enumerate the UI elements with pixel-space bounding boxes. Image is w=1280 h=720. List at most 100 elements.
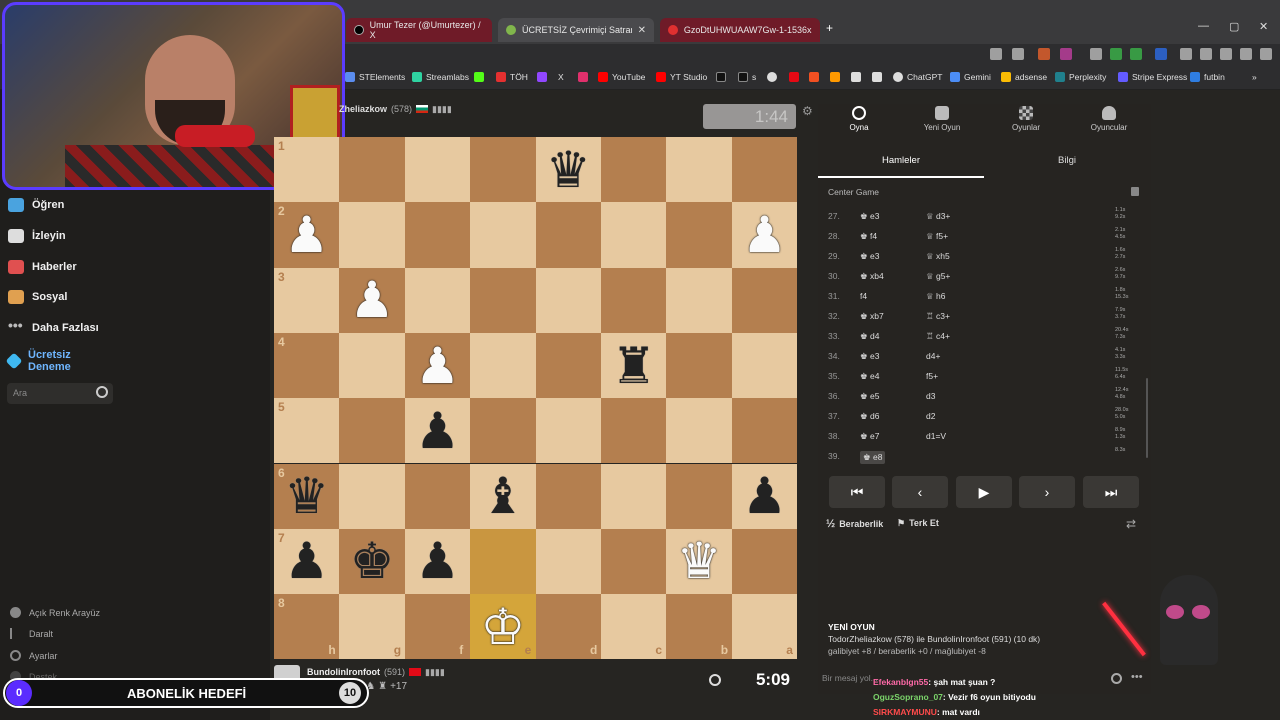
board-square[interactable] — [339, 202, 405, 268]
bookmark[interactable] — [716, 72, 726, 82]
bookmark[interactable]: YouTube — [598, 72, 645, 82]
bottom-player-info[interactable]: BundolinIronfoot (591) ▮▮▮▮ — [307, 667, 445, 678]
white-move[interactable]: ♚ e3 — [860, 211, 879, 222]
tab-chess[interactable]: ÜCRETSİZ Çevrimiçi Satranç Oyn... ✕ — [498, 18, 654, 42]
bookmark[interactable]: STElements — [345, 72, 405, 82]
resign-button[interactable]: ⚑ Terk Et — [897, 518, 939, 529]
board-square[interactable] — [339, 398, 405, 464]
chat-input[interactable]: Bir mesaj yol... — [822, 673, 878, 683]
bookmark[interactable]: K — [474, 72, 484, 82]
board-square[interactable] — [470, 332, 536, 399]
black-move[interactable]: ♖ c3+ — [926, 311, 950, 322]
extension-icon[interactable] — [1130, 48, 1142, 60]
board-square[interactable] — [470, 137, 536, 203]
sidebar-item-more[interactable]: ••• Daha Fazlası — [8, 318, 99, 335]
board-square[interactable] — [470, 202, 536, 268]
white-move[interactable]: ♚ e3 — [860, 351, 879, 362]
play-button[interactable]: ▶ — [956, 476, 1012, 508]
board-square[interactable] — [535, 528, 601, 595]
black-move[interactable]: ♕ f5+ — [926, 231, 948, 242]
black-move[interactable]: d3 — [926, 391, 935, 401]
board-square[interactable] — [731, 137, 798, 203]
chess-piece[interactable]: ♔ — [470, 594, 535, 659]
minimize-button[interactable]: — — [1198, 20, 1209, 32]
bookmark[interactable] — [809, 72, 819, 82]
chess-piece[interactable]: ♟ — [339, 268, 404, 333]
extension-icon[interactable] — [1090, 48, 1102, 60]
prev-move-button[interactable]: ‹ — [892, 476, 948, 508]
black-move[interactable]: d4+ — [926, 351, 940, 361]
black-move[interactable]: ♖ c4+ — [926, 331, 950, 342]
board-square[interactable] — [535, 332, 601, 399]
white-move[interactable]: ♚ e3 — [860, 251, 879, 262]
tab-twitter[interactable]: Umur Tezer (@Umurtezer) / X — [346, 18, 492, 42]
tab-new-game[interactable]: Yeni Oyun — [901, 106, 983, 132]
board-square[interactable] — [535, 267, 601, 333]
chess-piece[interactable]: ♟ — [405, 529, 470, 594]
sidebar-item-news[interactable]: Haberler — [8, 260, 77, 274]
sidebar-item-social[interactable]: Sosyal — [8, 290, 67, 304]
extension-icon[interactable] — [1155, 48, 1167, 60]
new-tab-button[interactable]: + — [826, 21, 833, 35]
white-move[interactable]: ♚ d6 — [860, 411, 879, 422]
board-square[interactable] — [666, 463, 732, 529]
chess-piece[interactable]: ♟ — [405, 398, 470, 463]
white-move[interactable]: ♚ e4 — [860, 371, 879, 382]
white-move[interactable]: ♚ e5 — [860, 391, 879, 402]
wallet-icon[interactable] — [1200, 48, 1212, 60]
shield-icon[interactable] — [1240, 48, 1252, 60]
brave-icon[interactable] — [1038, 48, 1050, 60]
board-square[interactable] — [404, 137, 471, 203]
board-square[interactable] — [470, 398, 536, 464]
black-move[interactable]: ♕ xh5 — [926, 251, 950, 262]
board-square[interactable] — [535, 202, 601, 268]
chess-piece[interactable]: ♚ — [339, 529, 404, 594]
top-player-info[interactable]: Zheliazkow (578) ▮▮▮▮ — [339, 104, 452, 115]
board-settings-icon[interactable]: ⚙ — [802, 104, 813, 118]
bookmark[interactable] — [851, 72, 861, 82]
board-square[interactable] — [470, 528, 536, 595]
tab-players[interactable]: Oyuncular — [1068, 106, 1150, 132]
extension-icon[interactable] — [1110, 48, 1122, 60]
next-move-button[interactable]: › — [1019, 476, 1075, 508]
white-move[interactable]: f4 — [860, 291, 867, 301]
board-square[interactable] — [601, 528, 667, 595]
emoji-icon[interactable] — [1111, 673, 1122, 684]
first-move-button[interactable]: ⏮ — [829, 476, 885, 508]
bookmark[interactable]: Streamlabs — [412, 72, 469, 82]
share-icon[interactable] — [1012, 48, 1024, 60]
last-move-button[interactable]: ⏭ — [1083, 476, 1139, 508]
tab-info[interactable]: Bilgi — [984, 154, 1150, 178]
chess-piece[interactable]: ♟ — [732, 464, 797, 529]
white-move[interactable]: ♚ xb4 — [860, 271, 884, 282]
bookmarks-overflow-button[interactable]: » — [1252, 72, 1257, 82]
bookmark[interactable] — [830, 72, 840, 82]
bookmark[interactable] — [578, 72, 588, 82]
white-move[interactable]: ♚ e7 — [860, 431, 879, 442]
bookmark[interactable]: Gemini — [950, 72, 991, 82]
book-icon[interactable] — [1131, 187, 1139, 196]
board-square[interactable] — [731, 332, 798, 399]
chess-board[interactable]: 1 2 3 4 5 6 7 8 h g f e d c b a ♛ ♟ ♟ ♟ ♟ ♜ ♟ ♛ ♝ ♟ ♟ ♚ ♟ ♛ ♔ — [274, 137, 798, 660]
sidebar-settings[interactable]: Ayarlar — [10, 650, 57, 661]
board-square[interactable] — [404, 267, 471, 333]
tab-image[interactable]: GzoDtUHWUAAW7Gw-1-1536x1536 — [660, 18, 820, 42]
board-square[interactable] — [666, 398, 732, 464]
screen-icon[interactable] — [990, 48, 1002, 60]
draw-button[interactable]: ½ Beraberlik — [826, 518, 883, 530]
black-move[interactable]: ♕ d3+ — [926, 211, 950, 222]
more-options-icon[interactable]: ••• — [1131, 671, 1143, 683]
bookmark[interactable] — [767, 72, 777, 82]
close-tab-icon[interactable]: ✕ — [638, 25, 646, 36]
chess-piece[interactable]: ♟ — [405, 333, 470, 398]
sidebar-icon[interactable] — [1180, 48, 1192, 60]
bookmark[interactable]: Perplexity — [1055, 72, 1106, 82]
flip-board-icon[interactable]: ⇄ — [1126, 517, 1136, 531]
rewards-icon[interactable] — [1060, 48, 1072, 60]
sidebar-light-theme[interactable]: Açık Renk Arayüz — [10, 607, 100, 618]
black-move[interactable]: d2 — [926, 411, 935, 421]
board-square[interactable] — [666, 202, 732, 268]
chess-piece[interactable]: ♛ — [536, 137, 601, 202]
board-square[interactable] — [601, 202, 667, 268]
board-square[interactable] — [404, 202, 471, 268]
